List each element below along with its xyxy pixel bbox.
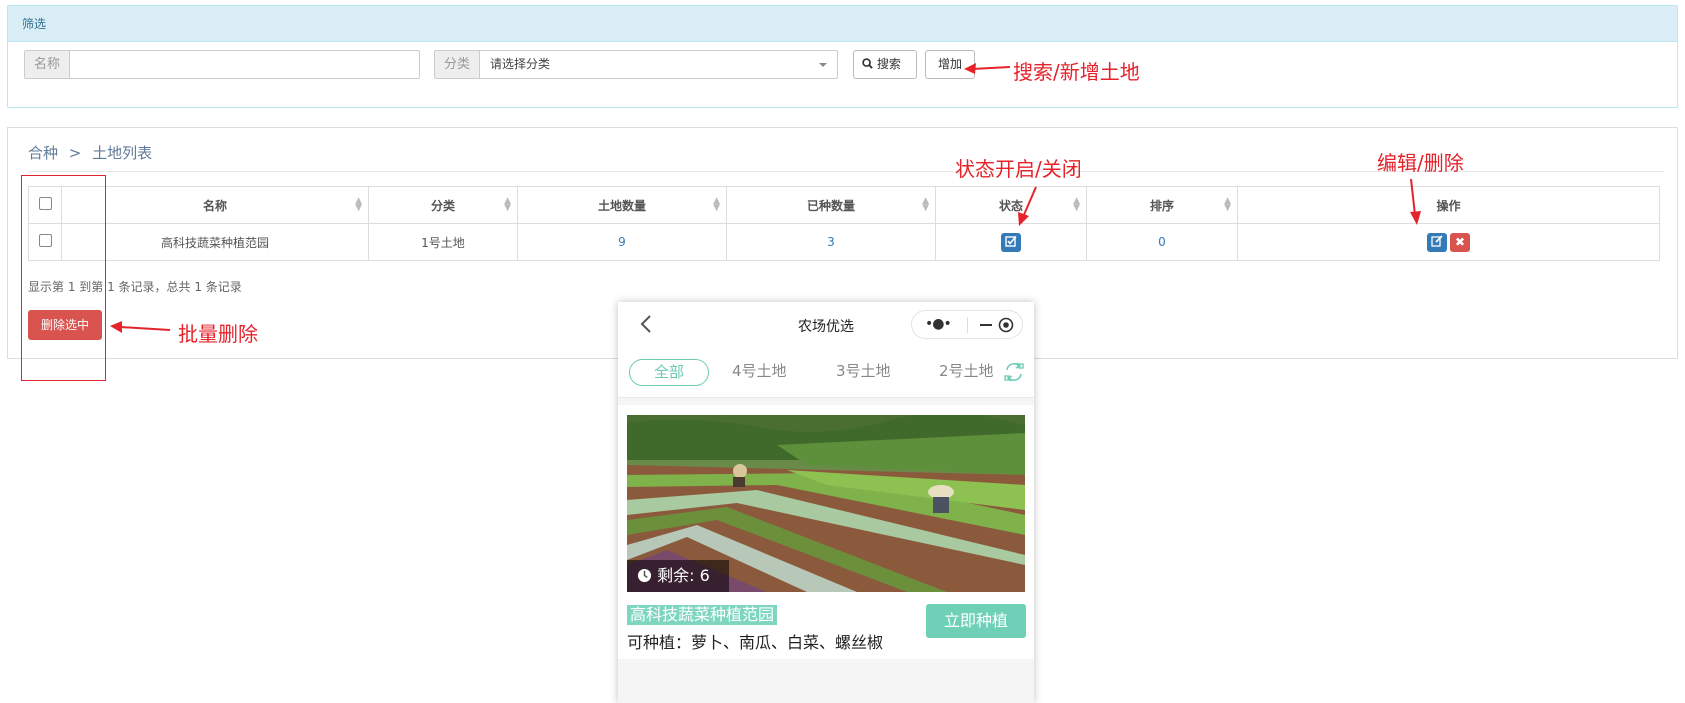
sort-icon: ▲ ▼ <box>504 196 511 213</box>
cell-sort: 0 <box>1086 223 1238 261</box>
column-header-planted-count[interactable]: 已种数量 ▲ ▼ <box>726 186 936 224</box>
edit-icon <box>1431 234 1443 247</box>
cell-status <box>935 223 1087 261</box>
column-header-status[interactable]: 状态 ▲ ▼ <box>935 186 1087 224</box>
sort-icon: ▲ ▼ <box>355 196 362 213</box>
cell-category: 1号土地 <box>368 223 518 261</box>
annotation-search-add: 搜索/新增土地 <box>1013 60 1140 84</box>
search-button[interactable]: 搜索 <box>853 50 917 79</box>
chevron-down-icon <box>819 63 827 67</box>
column-header-land-count[interactable]: 土地数量 ▲ ▼ <box>517 186 727 224</box>
filter-panel-title: 筛选 <box>8 6 1677 42</box>
annotation-status-toggle: 状态开启/关闭 <box>955 157 1082 181</box>
clock-icon <box>637 560 652 592</box>
cell-planted-count: 3 <box>726 223 936 261</box>
mini-program-capsule: •●• <box>911 310 1023 339</box>
sort-icon: ▲ ▼ <box>713 196 720 213</box>
sort-icon: ▲ ▼ <box>1073 196 1080 213</box>
tab-land-4[interactable]: 4号土地 <box>732 360 787 381</box>
minimize-icon[interactable] <box>980 324 992 326</box>
tab-all[interactable]: 全部 <box>629 359 709 386</box>
name-filter: 名称 <box>24 50 420 79</box>
tab-land-2[interactable]: 2号土地 <box>939 360 994 381</box>
farm-crops: 可种植：萝卜、南瓜、白菜、螺丝椒 <box>627 633 884 652</box>
divider <box>967 317 968 333</box>
breadcrumb-root[interactable]: 合种 <box>28 144 58 162</box>
mobile-category-tabs: 全部 4号土地 3号土地 2号土地 <box>618 347 1034 398</box>
more-icon[interactable]: •●• <box>925 316 952 332</box>
sort-icon: ▲ ▼ <box>922 196 929 213</box>
column-header-category[interactable]: 分类 ▲ ▼ <box>368 186 518 224</box>
status-toggle-button[interactable] <box>1001 232 1021 252</box>
remaining-badge: 剩余: 6 <box>627 560 729 592</box>
annotation-edit-delete: 编辑/删除 <box>1377 151 1464 175</box>
remaining-label: 剩余: <box>657 566 695 585</box>
column-header-actions: 操作 <box>1237 186 1660 224</box>
annotation-arrow <box>964 63 1011 74</box>
annotation-highlight-box <box>21 175 106 381</box>
column-header-name[interactable]: 名称 ▲ ▼ <box>61 186 369 224</box>
close-target-icon[interactable] <box>998 317 1014 337</box>
breadcrumb-separator: > <box>68 144 82 162</box>
tab-land-3[interactable]: 3号土地 <box>836 360 891 381</box>
breadcrumb-current: 土地列表 <box>92 144 153 162</box>
farm-name: 高科技蔬菜种植范园 <box>627 605 778 625</box>
table-row: 高科技蔬菜种植范园 1号土地 9 3 0 ✖ <box>28 223 1660 261</box>
column-header-sort[interactable]: 排序 ▲ ▼ <box>1086 186 1238 224</box>
close-icon: ✖ <box>1454 234 1466 249</box>
plant-now-button[interactable]: 立即种植 <box>926 604 1026 638</box>
search-icon <box>862 58 873 69</box>
switch-icon[interactable] <box>1003 361 1025 387</box>
farm-card[interactable]: 剩余: 6 高科技蔬菜种植范园 可种植：萝卜、南瓜、白菜、螺丝椒 立即种植 <box>618 405 1034 659</box>
breadcrumb: 合种 > 土地列表 <box>28 142 152 163</box>
mobile-nav-bar: 农场优选 •●• <box>618 302 1034 347</box>
cell-land-count: 9 <box>517 223 727 261</box>
cell-actions: ✖ <box>1237 223 1660 261</box>
checkbox-checked-icon <box>1005 235 1017 247</box>
edit-button[interactable] <box>1427 232 1447 252</box>
category-filter[interactable]: 分类 请选择分类 <box>434 50 838 79</box>
annotation-arrow <box>1018 186 1037 226</box>
name-input[interactable] <box>70 51 419 78</box>
remaining-value: 6 <box>699 566 710 585</box>
search-button-label: 搜索 <box>876 57 901 71</box>
farm-photo: 剩余: 6 <box>627 415 1025 592</box>
mobile-preview: 农场优选 •●• 全部 4号土地 3号土地 2号土地 剩余: 6 高科技蔬菜种植… <box>618 302 1034 703</box>
name-filter-label: 名称 <box>25 51 71 78</box>
delete-button[interactable]: ✖ <box>1450 232 1470 252</box>
annotation-arrow <box>110 321 171 333</box>
category-select[interactable]: 请选择分类 <box>480 51 819 78</box>
annotation-batch-delete: 批量删除 <box>178 322 258 346</box>
annotation-arrow <box>1410 178 1421 225</box>
cell-name: 高科技蔬菜种植范园 <box>61 223 369 261</box>
sort-icon: ▲ ▼ <box>1224 196 1231 213</box>
category-filter-label: 分类 <box>435 51 481 78</box>
